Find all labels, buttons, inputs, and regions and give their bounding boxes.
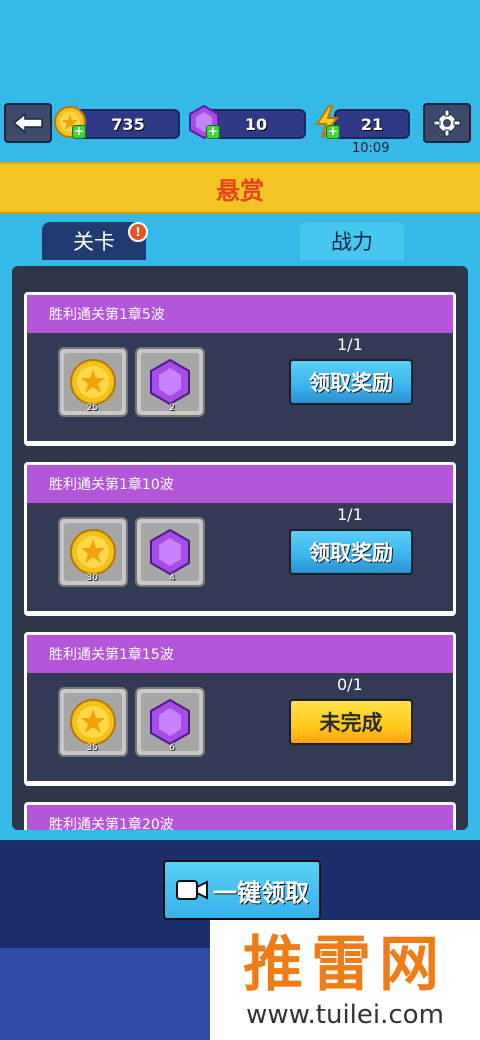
- claim-all-label: 一键领取: [213, 878, 309, 907]
- quest-progress: 0/1: [337, 675, 363, 694]
- quest-card: 胜利通关第1章20波: [24, 802, 456, 830]
- add-energy-button[interactable]: +: [326, 125, 340, 139]
- gem-icon: [150, 698, 190, 746]
- reward-slot: 4: [135, 517, 205, 587]
- reward-slot: 2: [135, 347, 205, 417]
- reward-qty: 35: [86, 743, 98, 753]
- page-title: 悬赏: [0, 162, 480, 214]
- watermark-main: 推雷网: [243, 930, 447, 1000]
- watermark-url: www.tuilei.com: [246, 1000, 444, 1030]
- reward-qty: 4: [169, 573, 175, 583]
- quest-progress: 1/1: [337, 505, 363, 524]
- reward-qty: 6: [169, 743, 175, 753]
- reward-slot: 35: [58, 687, 128, 757]
- add-gems-button[interactable]: +: [206, 125, 220, 139]
- gear-icon: [433, 109, 461, 137]
- claim-all-button[interactable]: 一键领取: [163, 860, 321, 920]
- quest-body: 30 4 1/1 领取奖励: [27, 503, 453, 611]
- claim-reward-button[interactable]: 领取奖励: [289, 359, 413, 405]
- energy-counter: 21: [334, 109, 410, 139]
- reward-slot: 25: [58, 347, 128, 417]
- quest-title: 胜利通关第1章5波: [27, 295, 453, 333]
- quest-panel: 胜利通关第1章5波 25 2 1/1 领取奖励 胜利通关第1章10波 30 4 …: [12, 266, 468, 830]
- back-button[interactable]: [4, 103, 52, 143]
- quest-title: 胜利通关第1章15波: [27, 635, 453, 673]
- quest-title: 胜利通关第1章10波: [27, 465, 453, 503]
- quest-card: 胜利通关第1章10波 30 4 1/1 领取奖励: [24, 462, 456, 616]
- quest-progress: 1/1: [337, 335, 363, 354]
- energy-amount: 21: [360, 114, 384, 134]
- energy-timer: 10:09: [352, 141, 390, 156]
- quest-body: 25 2 1/1 领取奖励: [27, 333, 453, 441]
- incomplete-button[interactable]: 未完成: [289, 699, 413, 745]
- watermark: 推雷网 www.tuilei.com: [210, 920, 480, 1040]
- quest-body: 35 6 0/1 未完成: [27, 673, 453, 781]
- coin-icon: [70, 699, 116, 745]
- gem-icon: [150, 358, 190, 406]
- gem-amount: 10: [244, 114, 268, 134]
- coin-amount: 735: [111, 114, 145, 134]
- quest-card: 胜利通关第1章15波 35 6 0/1 未完成: [24, 632, 456, 786]
- alert-badge: !: [128, 222, 148, 242]
- reward-slot: 6: [135, 687, 205, 757]
- claim-reward-button[interactable]: 领取奖励: [289, 529, 413, 575]
- coin-counter: 735: [76, 109, 180, 139]
- add-coins-button[interactable]: +: [72, 125, 86, 139]
- coin-icon: [70, 359, 116, 405]
- tab-label: 战力: [331, 230, 373, 254]
- gem-icon: [150, 528, 190, 576]
- quest-title: 胜利通关第1章20波: [27, 805, 453, 830]
- reward-qty: 30: [86, 573, 98, 583]
- quest-card: 胜利通关第1章5波 25 2 1/1 领取奖励: [24, 292, 456, 446]
- arrow-left-icon: [12, 112, 43, 134]
- settings-button[interactable]: [423, 103, 471, 143]
- reward-qty: 2: [169, 403, 175, 413]
- coin-icon: [70, 529, 116, 575]
- reward-qty: 25: [86, 403, 98, 413]
- video-icon: [176, 880, 208, 900]
- reward-slot: 30: [58, 517, 128, 587]
- tab-power[interactable]: 战力: [300, 222, 404, 260]
- tab-label: 关卡: [73, 230, 115, 254]
